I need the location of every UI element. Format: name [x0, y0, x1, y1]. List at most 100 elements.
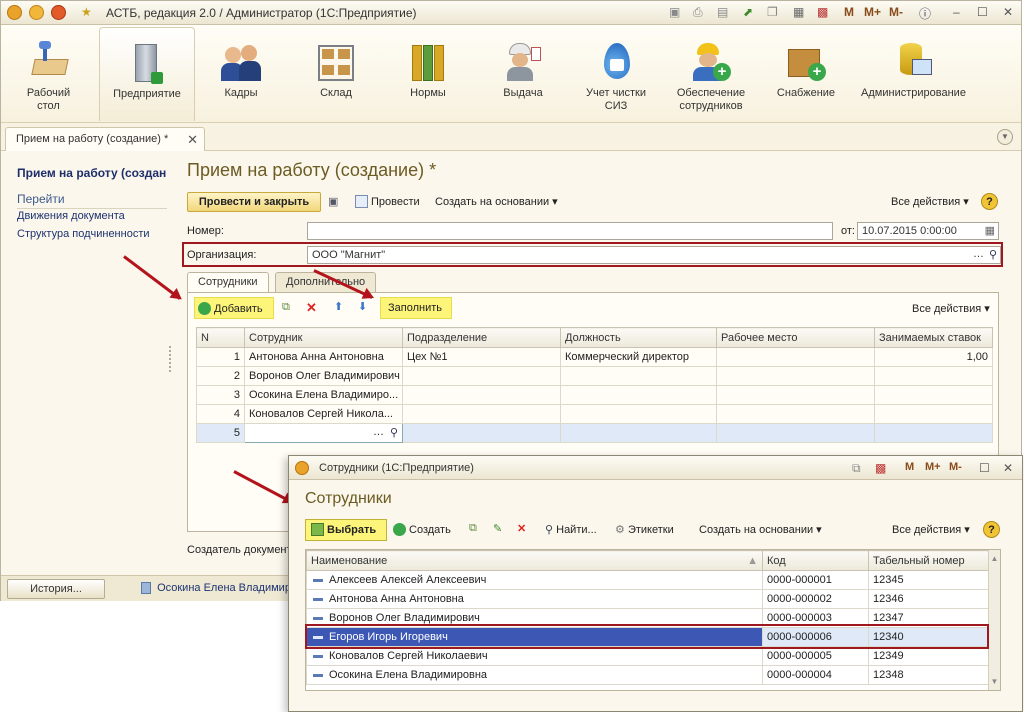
column-header-tab-number[interactable]: Табельный номер [868, 550, 989, 571]
popup-create-based-dropdown[interactable]: Создать на основании ▾ [699, 523, 822, 536]
section-issue[interactable]: Выдача [488, 27, 558, 121]
menu-icon[interactable] [29, 5, 44, 20]
mark-delete-icon[interactable]: ✕ [517, 522, 526, 535]
app-logo-icon[interactable] [7, 5, 22, 20]
column-header-n[interactable]: N [196, 327, 245, 348]
column-header-code[interactable]: Код [762, 550, 869, 571]
tab-employees[interactable]: Сотрудники [187, 272, 269, 293]
table-row[interactable]: 2 Воронов Олег Владимирович [196, 366, 993, 386]
section-procurement[interactable]: + Снабжение [771, 27, 841, 121]
popup-memory-mminus-button[interactable]: M- [949, 461, 962, 473]
section-warehouse[interactable]: Склад [301, 27, 371, 121]
nav-link-subordination-structure[interactable]: Структура подчиненности [17, 228, 150, 240]
panel-splitter[interactable] [169, 346, 173, 372]
edit-pencil-icon[interactable]: ✎ [493, 522, 502, 535]
section-norms[interactable]: Нормы [393, 27, 463, 121]
create-based-dropdown[interactable]: Создать на основании ▾ [435, 195, 558, 208]
popup-app-logo-icon[interactable] [295, 461, 309, 475]
column-header-position[interactable]: Должность [560, 327, 717, 348]
labels-button[interactable]: ⚙ Этикетки [615, 523, 674, 536]
post-and-close-button[interactable]: Провести и закрыть [187, 192, 321, 212]
add-row-button[interactable]: Добавить [198, 302, 263, 315]
section-hr[interactable]: Кадры [206, 27, 276, 121]
list-row[interactable]: Коновалов Сергей Николаевич 0000-000005 12… [306, 646, 989, 666]
list-scrollbar[interactable]: ▲ ▼ [988, 550, 1000, 690]
popup-maximize-button[interactable]: ☐ [979, 461, 990, 475]
create-button[interactable]: Создать [393, 523, 451, 536]
column-header-employee[interactable]: Сотрудник [244, 327, 403, 348]
minimize-button[interactable]: – [953, 5, 960, 19]
section-enterprise[interactable]: Предприятие [99, 27, 195, 121]
table-row-editing[interactable]: 5 … ⚲ [196, 423, 993, 443]
section-desktop[interactable]: Рабочий стол [11, 27, 86, 121]
all-actions-dropdown[interactable]: Все действия ▾ [891, 195, 969, 208]
list-row[interactable]: Алексеев Алексей Алексеевич 0000-000001 12… [306, 570, 989, 590]
history-button[interactable]: История... [7, 579, 105, 599]
memory-m-button[interactable]: M [844, 5, 854, 19]
section-ppe-cleaning[interactable]: Учет чистки СИЗ [576, 27, 656, 121]
copy-row-icon[interactable]: ⧉ [282, 301, 290, 314]
back-icon[interactable] [51, 5, 66, 20]
popup-calendar-icon[interactable]: ▩ [875, 461, 886, 475]
memory-mplus-button[interactable]: M+ [864, 5, 881, 19]
search-icon[interactable]: ⚲ [989, 248, 997, 261]
fill-button[interactable]: Заполнить [388, 302, 442, 314]
list-row[interactable]: Антонова Анна Антоновна 0000-000002 12346 [306, 589, 989, 609]
info-icon[interactable]: ⓘ [919, 5, 931, 22]
collapse-ribbon-icon[interactable]: ▼ [997, 129, 1013, 145]
table-row[interactable]: 4 Коновалов Сергей Никола... [196, 404, 993, 424]
delete-row-icon[interactable]: ✕ [306, 300, 317, 316]
memory-mminus-button[interactable]: M- [889, 5, 903, 19]
section-employee-supply[interactable]: + Обеспечение сотрудников [671, 27, 751, 121]
preview-icon[interactable]: ▤ [717, 5, 728, 19]
table-row[interactable]: 3 Осокина Елена Владимиро... [196, 385, 993, 405]
section-administration[interactable]: Администрирование [856, 27, 971, 121]
cell-ellipsis-icon[interactable]: … [373, 426, 384, 438]
popup-link-icon[interactable]: ⧉ [852, 461, 861, 476]
copy-icon[interactable]: ❐ [767, 5, 778, 19]
tab-hire-document[interactable]: Прием на работу (создание) * ✕ [5, 127, 205, 151]
column-header-department[interactable]: Подразделение [402, 327, 561, 348]
calculator-icon[interactable]: ▦ [793, 5, 804, 19]
close-button[interactable]: ✕ [1003, 5, 1013, 19]
calendar-picker-icon[interactable]: ▦ [985, 224, 995, 237]
navigate-icon[interactable]: ⬈ [743, 5, 753, 19]
list-row[interactable]: Осокина Елена Владимировна 0000-000004 123… [306, 665, 989, 685]
cell-search-icon[interactable]: ⚲ [390, 426, 398, 439]
popup-memory-m-button[interactable]: M [905, 461, 914, 473]
move-up-icon[interactable]: ⬆ [334, 300, 343, 313]
column-header-rate[interactable]: Занимаемых ставок [874, 327, 993, 348]
scroll-down-icon[interactable]: ▼ [989, 677, 1000, 686]
post-button[interactable]: Провести [355, 195, 420, 208]
calendar-icon[interactable]: ▩ [817, 5, 828, 19]
help-icon[interactable]: ? [981, 193, 998, 210]
find-button[interactable]: ⚲ Найти... [545, 523, 597, 536]
select-ellipsis-icon[interactable]: … [973, 248, 984, 260]
number-field[interactable] [307, 222, 833, 240]
maximize-button[interactable]: ☐ [977, 5, 988, 19]
table-row[interactable]: 1 Антонова Анна Антоновна Цех №1 Коммерч… [196, 347, 993, 367]
nav-current-form[interactable]: Прием на работу (создание) * [17, 166, 167, 180]
grid-all-actions-dropdown[interactable]: Все действия ▾ [912, 302, 990, 315]
scroll-up-icon[interactable]: ▲ [989, 554, 1000, 563]
print-icon[interactable]: ⎙ [693, 5, 703, 20]
popup-memory-mplus-button[interactable]: M+ [925, 461, 941, 473]
employee-input-cell[interactable]: … ⚲ [244, 423, 403, 443]
column-header-workplace[interactable]: Рабочее место [716, 327, 875, 348]
popup-copy-icon[interactable]: ⧉ [469, 522, 477, 535]
popup-close-button[interactable]: ✕ [1003, 461, 1013, 475]
save-doc-icon[interactable]: ▣ [328, 195, 338, 208]
nav-link-document-movements[interactable]: Движения документа [17, 210, 125, 222]
organization-field[interactable]: ООО "Магнит"… ⚲ [307, 246, 1001, 264]
warehouse-icon [316, 41, 356, 83]
select-button[interactable]: Выбрать [311, 523, 376, 536]
column-header-name[interactable]: Наименование ▲ [306, 550, 763, 571]
date-field[interactable]: 10.07.2015 0:00:00 ▦ [857, 222, 999, 240]
move-down-icon[interactable]: ⬇ [358, 300, 367, 313]
popup-all-actions-dropdown[interactable]: Все действия ▾ [892, 523, 970, 536]
save-icon[interactable]: ▣ [669, 5, 680, 19]
favorite-star-icon[interactable]: ★ [81, 5, 92, 19]
popup-help-icon[interactable]: ? [983, 521, 1000, 538]
close-tab-icon[interactable]: ✕ [187, 132, 198, 148]
popup-header: Сотрудники [305, 490, 392, 507]
